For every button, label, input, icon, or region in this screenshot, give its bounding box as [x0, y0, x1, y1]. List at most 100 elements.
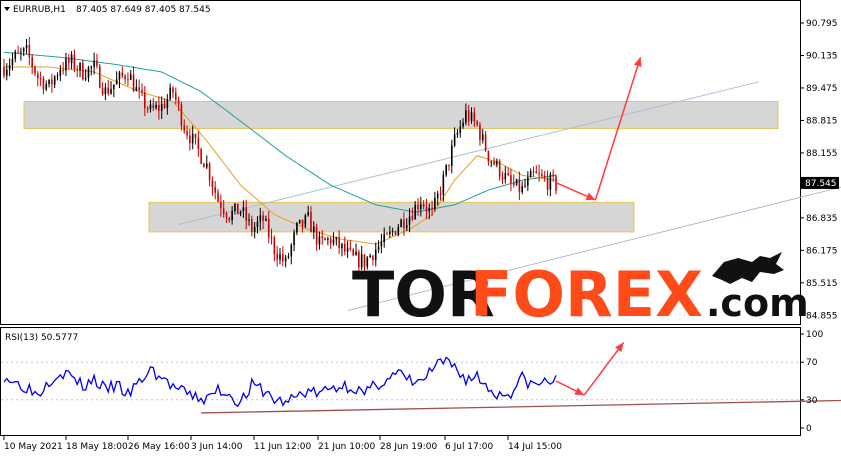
candle-body: [515, 179, 518, 185]
candle-body: [538, 173, 540, 175]
candle-body: [104, 87, 107, 95]
candle-body: [546, 177, 549, 190]
candle-body: [248, 219, 250, 221]
candle-body: [51, 79, 53, 85]
candle-body: [397, 227, 400, 235]
x-tick-label: 21 Jun 10:00: [318, 442, 375, 452]
candle-body: [186, 131, 188, 136]
candle-body: [31, 57, 33, 67]
candle-body: [450, 145, 453, 166]
candle-body: [318, 236, 321, 245]
y-tick-label: 90.135: [806, 51, 838, 61]
candle-body: [163, 104, 166, 108]
candle-body: [158, 104, 160, 111]
candle-body: [222, 208, 225, 214]
candle-body: [59, 69, 62, 76]
candle-body: [36, 73, 39, 79]
x-tick-label: 6 Jul 17:00: [445, 442, 494, 452]
ohlc-label: 87.405 87.649 87.405 87.545: [76, 5, 211, 15]
candle-body: [481, 134, 484, 141]
candle-body: [532, 171, 535, 173]
candle-body: [45, 84, 48, 90]
logo-text-com: .com: [706, 281, 809, 325]
x-tick-label: 3 Jun 14:00: [191, 442, 243, 452]
candle-body: [324, 238, 326, 241]
x-tick-label: 10 May 2021: [4, 442, 63, 452]
candle-body: [425, 206, 428, 212]
candle-body: [65, 58, 67, 71]
candle-body: [456, 133, 459, 135]
candle-body: [197, 137, 200, 149]
candle-body: [28, 44, 31, 58]
candle-body: [405, 224, 408, 229]
candle-body: [259, 215, 262, 222]
candle-body: [541, 174, 543, 176]
candle-body: [6, 69, 8, 76]
candle-body: [79, 63, 81, 70]
dropdown-arrow-icon[interactable]: [4, 7, 10, 11]
candle-body: [459, 126, 462, 134]
symbol-label: EURRUB,H1: [13, 5, 66, 15]
candle-body: [115, 79, 118, 85]
candle-body: [327, 238, 329, 241]
y-tick-label: 89.475: [806, 84, 838, 94]
candle-body: [110, 88, 112, 94]
candle-body: [329, 238, 332, 244]
candle-body: [135, 87, 138, 91]
candle-body: [256, 221, 259, 228]
candle-body: [462, 122, 464, 127]
candle-body: [476, 121, 478, 125]
candle-body: [343, 243, 346, 252]
candle-body: [453, 134, 456, 146]
resistance-zone: [23, 100, 779, 130]
candle-body: [380, 242, 383, 247]
rsi-tick-label: 100: [806, 330, 823, 340]
candle-body: [439, 193, 442, 195]
candle-body: [467, 110, 470, 122]
candle-body: [251, 219, 253, 233]
candle-body: [76, 68, 79, 70]
candle-body: [231, 210, 233, 221]
candle-body: [67, 58, 70, 64]
candle-body: [414, 204, 416, 220]
candle-body: [149, 104, 152, 110]
rsi-forecast-arrow-2-head: [614, 342, 624, 353]
candle-body: [127, 79, 129, 81]
candle-body: [253, 227, 256, 233]
candle-body: [234, 203, 236, 211]
candle-body: [8, 65, 11, 70]
rsi-tick-label: 30: [806, 396, 818, 406]
candle-body: [242, 207, 245, 212]
candle-body: [70, 54, 73, 64]
x-axis: 10 May 2021 18 May 18:00 26 May 16:00 3 Jun…: [3, 436, 562, 452]
candle-body: [507, 173, 509, 176]
candle-body: [39, 78, 42, 80]
candle-body: [498, 160, 501, 177]
x-tick-label: 14 Jul 15:00: [508, 442, 562, 452]
candle-body: [436, 193, 439, 198]
candle-body: [273, 237, 276, 255]
candle-body: [543, 175, 546, 178]
candle-body: [48, 79, 50, 85]
x-tick-label: 11 Jun 12:00: [254, 442, 311, 452]
x-tick-label: 26 May 16:00: [128, 442, 190, 452]
candle-body: [403, 219, 405, 229]
rsi-y-axis: 100 70 30 0: [800, 330, 823, 434]
candle-body: [479, 124, 481, 141]
candle-body: [529, 171, 532, 178]
candle-body: [194, 133, 197, 138]
candle-body: [166, 99, 169, 108]
candle-body: [11, 58, 14, 66]
candle-body: [172, 87, 174, 93]
candle-body: [220, 201, 222, 209]
candle-body: [138, 87, 140, 90]
candle-body: [124, 75, 126, 80]
bull-icon: [712, 252, 784, 284]
candle-body: [22, 48, 25, 52]
candle-body: [236, 203, 239, 215]
candle-body: [391, 231, 394, 233]
candle-body: [203, 163, 205, 168]
candle-body: [225, 213, 228, 218]
candle-body: [296, 222, 298, 233]
candle-body: [321, 236, 324, 239]
